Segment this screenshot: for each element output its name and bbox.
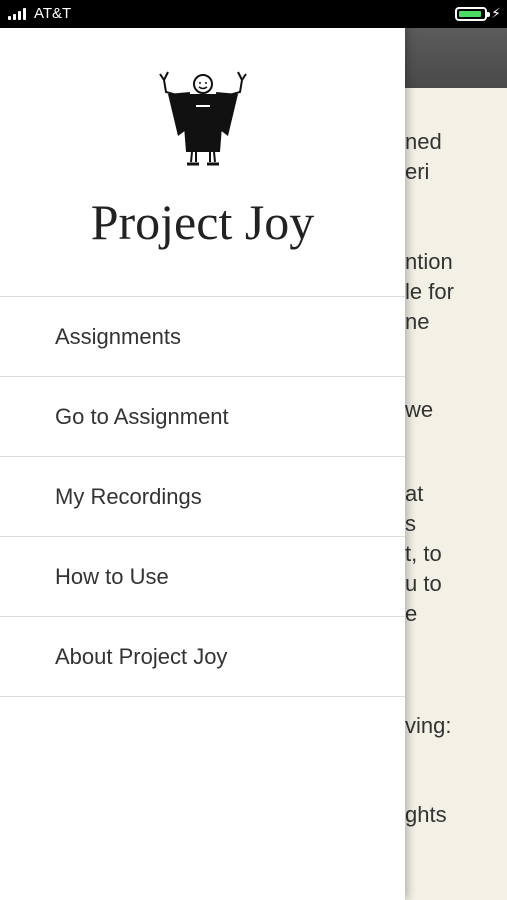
signal-icon	[8, 8, 28, 20]
text-fragment: u to	[405, 571, 442, 596]
status-bar: AT&T ⚡	[0, 0, 507, 28]
menu-item-about-project-joy[interactable]: About Project Joy	[0, 617, 405, 697]
menu-item-how-to-use[interactable]: How to Use	[0, 537, 405, 617]
project-joy-logo-icon	[159, 71, 247, 166]
text-fragment: ned	[405, 129, 442, 154]
text-fragment: at	[405, 481, 424, 506]
text-fragment: s	[405, 511, 416, 536]
battery-icon	[455, 7, 490, 21]
text-fragment: e	[405, 601, 418, 626]
text-fragment: we	[405, 397, 434, 422]
navigation-drawer: Project Joy Assignments Go to Assignment…	[0, 28, 405, 900]
menu-list: Assignments Go to Assignment My Recordin…	[0, 296, 405, 697]
text-fragment: ntion	[405, 249, 453, 274]
app-title: Project Joy	[90, 194, 315, 250]
carrier-name: AT&T	[34, 5, 72, 22]
text-fragment: eri	[405, 159, 430, 184]
menu-item-my-recordings[interactable]: My Recordings	[0, 457, 405, 537]
text-fragment: ne	[405, 309, 430, 334]
text-fragment: ghts	[405, 802, 447, 827]
menu-item-go-to-assignment[interactable]: Go to Assignment	[0, 377, 405, 457]
menu-item-assignments[interactable]: Assignments	[0, 297, 405, 377]
text-fragment: le for	[405, 279, 454, 304]
text-fragment: t, to	[405, 541, 442, 566]
text-fragment: ving:	[405, 713, 452, 738]
charging-bolt-icon: ⚡	[491, 5, 501, 21]
